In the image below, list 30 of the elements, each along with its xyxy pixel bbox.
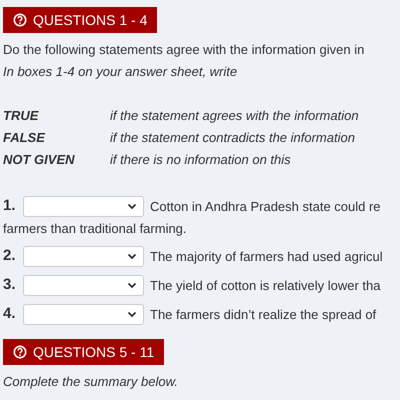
question-text: The majority of farmers had used agricul <box>150 248 383 266</box>
question-number: 3. <box>3 275 17 296</box>
chevron-down-icon <box>127 282 137 289</box>
instruction-text: In boxes 1-4 on your answer sheet, write <box>3 63 238 81</box>
legend-term: NOT GIVEN <box>3 151 76 169</box>
question-text: The yield of cotton is relatively lower tha <box>150 276 380 295</box>
legend-term: FALSE <box>3 129 46 147</box>
answer-dropdown[interactable] <box>23 196 144 217</box>
question-number: 4. <box>3 304 17 324</box>
legend-meaning: if the statement contradicts the information <box>110 129 355 147</box>
chevron-down-icon <box>127 203 137 210</box>
chevron-down-icon <box>127 311 137 318</box>
section-heading: QUESTIONS 5 - 11 <box>3 339 164 365</box>
instruction-text: Complete the summary below. <box>3 373 179 391</box>
legend-term: TRUE <box>3 107 40 125</box>
answer-dropdown[interactable] <box>23 275 144 296</box>
chevron-down-icon <box>127 253 137 260</box>
question-number: 2. <box>3 246 17 266</box>
instruction-text: Do the following statements agree with the information given in <box>3 41 366 59</box>
question-text: The farmers didn’t realize the spread of <box>150 306 376 324</box>
legend-meaning: if the statement agrees with the information <box>110 107 359 125</box>
question-number: 1. <box>3 196 17 216</box>
question-text: farmers than traditional farming. <box>3 220 188 238</box>
question-text: Cotton in Andhra Pradesh state could re <box>150 198 381 216</box>
question-icon <box>13 345 27 359</box>
answer-dropdown[interactable] <box>23 246 144 267</box>
question-icon <box>13 13 27 27</box>
section-heading: QUESTIONS 1 - 4 <box>3 7 158 33</box>
legend-meaning: if there is no information on this <box>110 151 291 169</box>
answer-dropdown[interactable] <box>23 304 144 325</box>
